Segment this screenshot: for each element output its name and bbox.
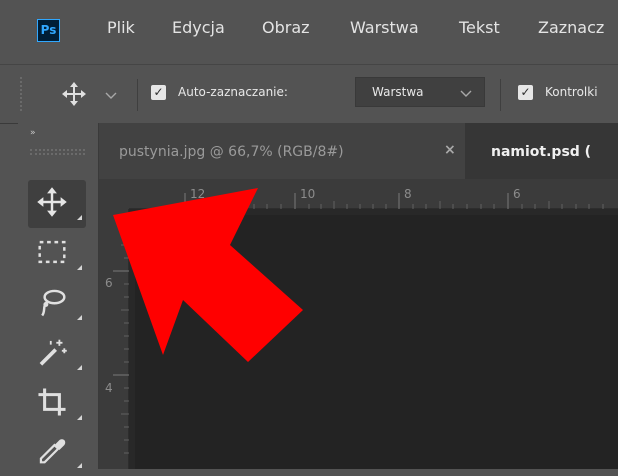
auto-select-checkbox[interactable]: ✓	[151, 85, 166, 100]
ruler-ticks	[184, 193, 604, 209]
move-icon	[37, 187, 67, 217]
menu-type[interactable]: Tekst	[459, 18, 500, 37]
transform-controls-checkbox[interactable]: ✓	[518, 85, 533, 100]
eyedropper-icon	[39, 439, 66, 464]
document-canvas[interactable]	[135, 215, 618, 469]
tool-preset-picker[interactable]	[55, 75, 130, 111]
crop-icon	[38, 388, 66, 416]
menu-layer[interactable]: Warstwa	[350, 18, 419, 37]
photoshop-logo[interactable]: Ps	[37, 19, 60, 42]
marquee-tool-button[interactable]	[28, 230, 86, 278]
ruler-origin[interactable]	[99, 179, 129, 209]
options-bar: ✓ Auto-zaznaczanie: Warstwa ✓ Kontrolki	[0, 64, 618, 124]
ruler-label: 4	[105, 381, 113, 395]
horizontal-ruler[interactable]: 12 10 8 6	[99, 179, 618, 209]
ruler-ticks	[113, 218, 129, 454]
tools-panel: »	[18, 123, 99, 469]
ruler-label: 10	[300, 187, 316, 201]
move-icon	[62, 82, 86, 106]
chevron-down-icon	[105, 92, 117, 99]
ruler-label: 8	[404, 187, 412, 201]
options-grip	[20, 77, 30, 111]
vertical-ruler[interactable]: 6 4	[99, 209, 129, 469]
panel-grip[interactable]	[30, 149, 85, 155]
magic-wand-icon	[39, 339, 67, 366]
menu-file[interactable]: Plik	[107, 18, 135, 37]
magic-wand-tool-button[interactable]	[28, 330, 86, 378]
chevron-down-icon	[460, 90, 472, 97]
menu-bar: Ps Plik Edycja Obraz Warstwa Tekst Zazna…	[0, 0, 618, 64]
rectangular-marquee-icon	[38, 240, 66, 264]
options-separator	[137, 79, 138, 111]
transform-controls-label: Kontrolki	[545, 85, 598, 99]
tab-pustynia[interactable]: pustynia.jpg @ 66,7% (RGB/8#) ×	[99, 123, 465, 179]
menu-image[interactable]: Obraz	[262, 18, 310, 37]
menu-edit[interactable]: Edycja	[172, 18, 225, 37]
tab-label: pustynia.jpg @ 66,7% (RGB/8#)	[119, 144, 344, 160]
menu-select[interactable]: Zaznacz	[538, 18, 604, 37]
auto-select-target-value: Warstwa	[372, 85, 424, 99]
document-tabs-bar: pustynia.jpg @ 66,7% (RGB/8#) × namiot.p…	[99, 123, 618, 179]
ruler-label: 12	[190, 187, 206, 201]
move-tool-button[interactable]	[28, 180, 86, 228]
ruler-label: 6	[513, 187, 521, 201]
auto-select-label: Auto-zaznaczanie:	[178, 85, 288, 99]
auto-select-target-dropdown[interactable]: Warstwa	[355, 77, 485, 107]
lasso-tool-button[interactable]	[28, 280, 86, 328]
tab-namiot[interactable]: namiot.psd (	[465, 123, 618, 179]
collapse-panel-icon[interactable]: »	[30, 128, 35, 138]
crop-tool-button[interactable]	[28, 380, 86, 428]
options-separator	[500, 79, 501, 111]
lasso-icon	[41, 289, 66, 317]
ruler-label: 6	[105, 276, 113, 290]
tab-label: namiot.psd (	[491, 144, 592, 160]
close-icon[interactable]: ×	[444, 142, 456, 158]
